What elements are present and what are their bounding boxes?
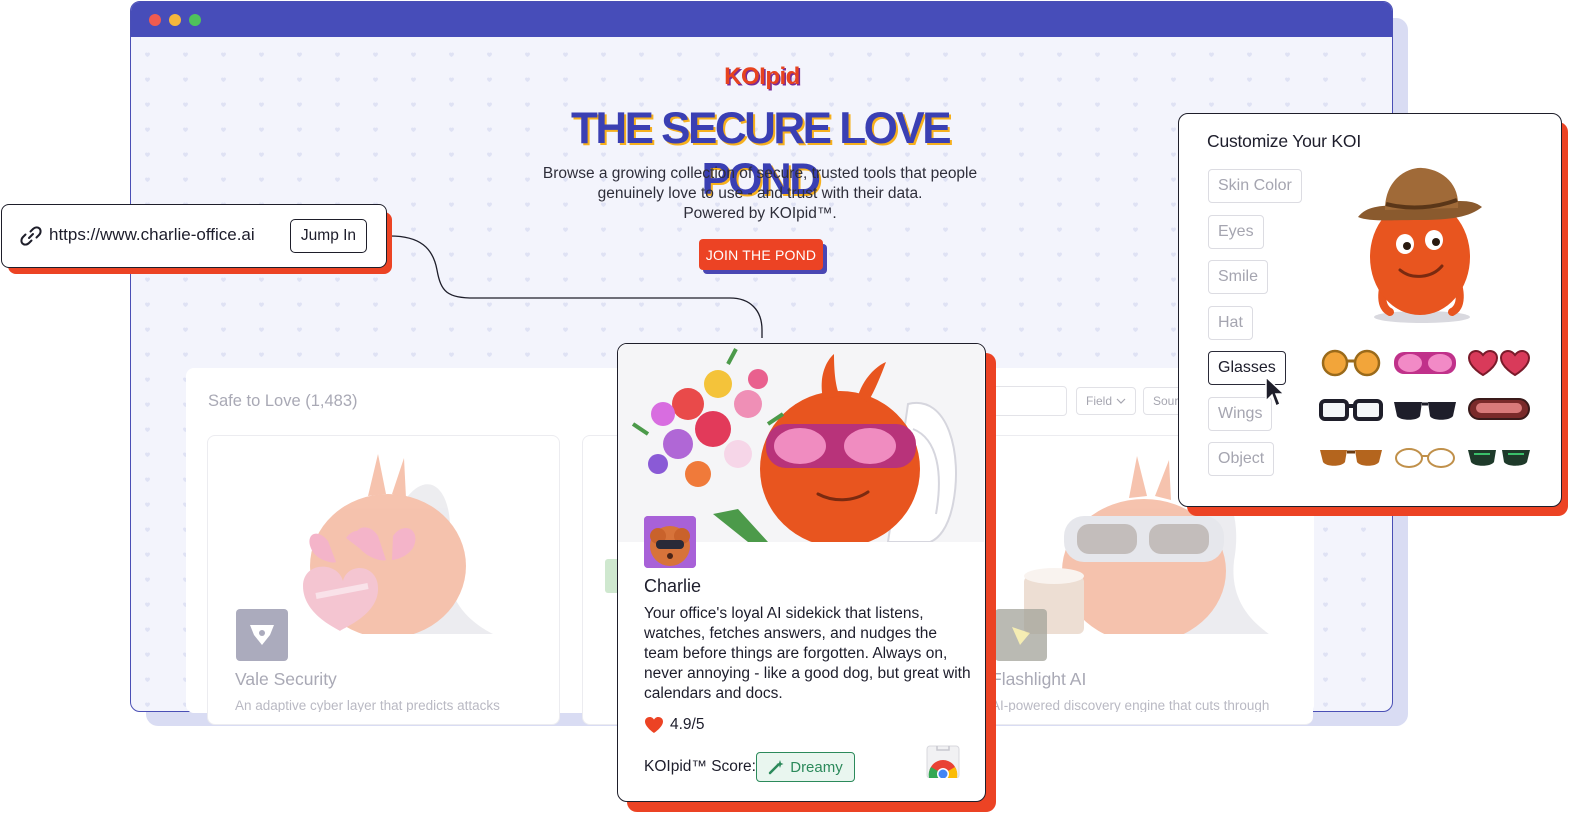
ski-goggles-icon[interactable] [1466,394,1532,424]
pink-goggles-icon[interactable] [1392,346,1458,378]
close-window-dot[interactable] [149,14,161,26]
option-eyes[interactable]: Eyes [1208,215,1264,249]
featured-name: Charlie [644,576,702,596]
listing-card-desc: AI-powered discovery engine that cuts th… [991,698,1270,712]
brown-sunglasses-icon[interactable] [1318,444,1384,470]
score-label: KOIpid™ Score: [644,758,756,775]
round-gold-glasses-icon[interactable] [1318,348,1384,378]
field-filter-label: Field [1085,394,1112,408]
vale-security-logo-icon [236,609,288,661]
maximize-window-dot[interactable] [189,14,201,26]
hero-description: Browse a growing collection of secure, t… [530,164,990,224]
option-wings[interactable]: Wings [1208,397,1273,431]
featured-description: Your office's loyal AI sidekick that lis… [644,605,971,702]
flashlight-ai-logo-icon [995,609,1047,661]
field-filter-dropdown[interactable]: Field [1076,387,1136,415]
koi-with-flowers-image [618,344,984,542]
score-badge: Dreamy [756,752,855,782]
chevron-down-icon [1116,398,1126,404]
title-bar [131,2,1392,37]
koi-with-heart-box-image [303,454,493,634]
option-smile[interactable]: Smile [1208,260,1269,294]
chrome-web-store-icon [924,745,962,780]
featured-rating: 4.9/5 [644,716,704,734]
option-hat[interactable]: Hat [1208,306,1253,340]
hero-description-line: genuinely love to use - and trust with t… [597,185,923,202]
black-frame-glasses-icon[interactable] [1318,396,1384,424]
search-input[interactable] [985,386,1067,416]
customize-title: Customize Your KOI [1207,131,1361,151]
charlie-avatar [644,516,696,568]
listing-card-vale-security[interactable]: Vale Security An adaptive cyber layer th… [207,435,560,725]
listing-card-desc: An adaptive cyber layer that predicts at… [235,698,500,712]
rating-value: 4.9/5 [670,716,705,733]
option-skin-color[interactable]: Skin Color [1208,169,1302,203]
heart-glasses-icon[interactable] [1466,347,1532,379]
sparkle-wand-icon [768,760,784,775]
thin-round-glasses-icon[interactable] [1392,444,1458,470]
mouse-cursor-icon [1265,375,1286,408]
hero-description-line: Browse a growing collection of secure, t… [542,165,978,182]
hero-description-line: Powered by KOIpid™. [683,205,837,222]
listing-card-name: Flashlight AI [991,669,1087,689]
koipid-logo[interactable]: KOIpid [722,63,802,91]
jump-in-button[interactable]: Jump In [290,219,367,253]
score-value: Dreamy [790,758,843,776]
heart-icon [645,717,663,733]
minimize-window-dot[interactable] [169,14,181,26]
green-sunglasses-icon[interactable] [1466,444,1532,470]
black-sunglasses-icon[interactable] [1392,396,1458,424]
source-filter-label: Sour [1153,394,1179,408]
url-text[interactable]: https://www.charlie-office.ai [49,225,255,245]
link-icon [20,226,42,246]
listing-card-name: Vale Security [235,669,337,689]
option-object[interactable]: Object [1208,442,1275,476]
listing-title: Safe to Love (1,483) [208,392,358,410]
koi-preview-image [1358,167,1482,323]
connector-line [389,235,763,338]
